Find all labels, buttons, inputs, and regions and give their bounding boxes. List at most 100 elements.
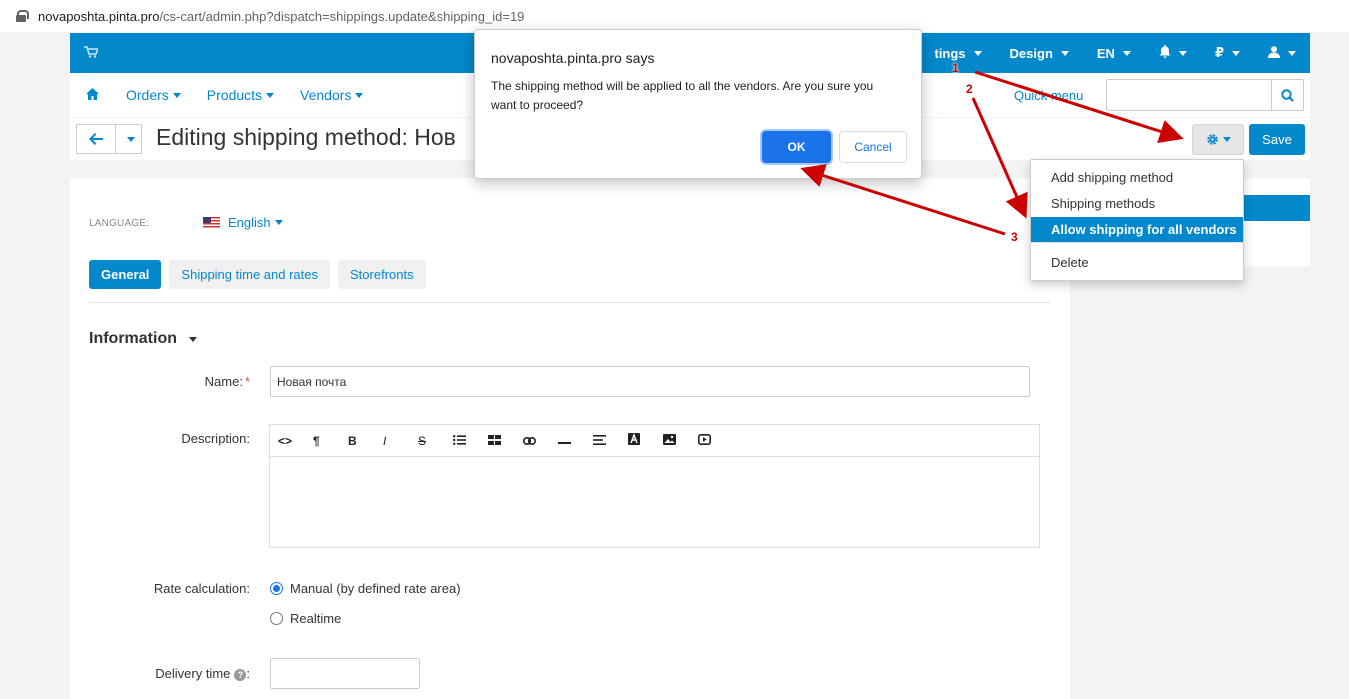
topnav-item-currency[interactable]: ₽ xyxy=(1201,45,1254,61)
chevron-down-icon xyxy=(1178,50,1187,56)
section-information-toggle[interactable]: Information xyxy=(89,330,197,348)
topnav-item-language[interactable]: EN xyxy=(1083,46,1145,61)
chevron-down-icon xyxy=(1288,50,1296,56)
chevron-down-icon xyxy=(266,92,275,98)
settings-dropdown-button[interactable] xyxy=(1192,124,1244,155)
topnav-item-notifications[interactable] xyxy=(1145,45,1201,61)
side-panel xyxy=(1240,178,1310,266)
us-flag-icon xyxy=(203,217,220,228)
page-title: Editing shipping method: Нов xyxy=(156,124,456,150)
lock-icon[interactable] xyxy=(16,10,29,22)
back-history-dropdown[interactable] xyxy=(116,124,142,154)
topnav-item-profile[interactable] xyxy=(1254,45,1310,61)
image-icon[interactable] xyxy=(663,433,698,448)
browser-address-bar[interactable]: novaposhta.pinta.pro/cs-cart/admin.php?d… xyxy=(0,0,1349,32)
radio-selected[interactable] xyxy=(270,582,283,595)
settings-dropdown-menu: Add shipping method Shipping methods All… xyxy=(1030,159,1244,281)
delivery-time-label-text: Delivery time xyxy=(155,666,231,681)
editor-toolbar: <> ¶ B I S xyxy=(270,425,1039,457)
home-icon[interactable] xyxy=(86,87,100,103)
language-selector[interactable]: English xyxy=(203,215,283,230)
table-icon[interactable] xyxy=(488,434,523,448)
language-label: LANGUAGE: xyxy=(89,218,150,229)
rate-option-realtime-label: Realtime xyxy=(290,611,342,626)
cancel-button[interactable]: Cancel xyxy=(839,131,907,163)
confirm-dialog: novaposhta.pinta.pro says The shipping m… xyxy=(474,29,922,179)
chevron-down-icon xyxy=(1060,50,1069,56)
horizontal-rule-icon[interactable] xyxy=(558,434,593,448)
dialog-message: The shipping method will be applied to a… xyxy=(491,79,874,112)
annotation-number-1: 1 xyxy=(952,61,959,75)
help-icon[interactable]: ? xyxy=(234,669,247,681)
chevron-down-icon xyxy=(355,92,364,98)
tab-divider xyxy=(89,302,1051,303)
url-path: /cs-cart/admin.php?dispatch=shippings.up… xyxy=(159,8,525,24)
topnav-language-label: EN xyxy=(1096,45,1115,61)
tab-bar: General Shipping time and rates Storefro… xyxy=(89,260,426,289)
link-icon[interactable] xyxy=(523,434,558,448)
description-editor[interactable]: <> ¶ B I S xyxy=(269,424,1040,548)
chevron-down-icon xyxy=(172,92,181,98)
align-icon[interactable] xyxy=(593,434,628,448)
name-field[interactable]: Новая почта xyxy=(270,366,1030,397)
quick-menu-link[interactable]: Quick menu xyxy=(1014,88,1083,103)
search-icon[interactable] xyxy=(1271,80,1303,110)
italic-icon[interactable]: I xyxy=(383,434,418,448)
language-value: English xyxy=(228,215,271,230)
menu-item-allow-shipping-for-all-vendors[interactable]: Allow shipping for all vendors xyxy=(1031,217,1243,242)
menu-divider xyxy=(1031,242,1243,243)
font-color-icon[interactable] xyxy=(628,433,663,448)
description-label: Description: xyxy=(181,431,250,446)
topnav-currency-label: ₽ xyxy=(1214,45,1224,60)
rate-option-realtime[interactable]: Realtime xyxy=(270,611,341,626)
chevron-down-icon xyxy=(1232,50,1240,56)
chevron-down-icon xyxy=(274,220,283,225)
save-button[interactable]: Save xyxy=(1249,124,1305,155)
section-title: Information xyxy=(89,330,177,347)
required-marker: * xyxy=(244,374,250,389)
back-button[interactable] xyxy=(76,124,116,154)
annotation-number-2: 2 xyxy=(966,82,973,96)
video-icon[interactable] xyxy=(698,433,733,448)
paragraph-icon[interactable]: ¶ xyxy=(313,434,348,448)
bold-icon[interactable]: B xyxy=(348,434,383,448)
delivery-time-label: Delivery time?: xyxy=(155,666,250,681)
arrow-left-icon xyxy=(89,133,103,145)
radio-unselected[interactable] xyxy=(270,612,283,625)
bell-icon xyxy=(1159,45,1171,61)
side-panel-header xyxy=(1240,195,1310,221)
subnav-vendors-label: Vendors xyxy=(300,87,352,103)
rate-option-manual[interactable]: Manual (by defined rate area) xyxy=(270,581,461,596)
url-domain: novaposhta.pinta.pro xyxy=(38,8,160,24)
topnav-design-label: Design xyxy=(1009,45,1053,61)
delivery-time-field[interactable] xyxy=(270,658,420,689)
main-content: LANGUAGE: English General Shipping time … xyxy=(70,178,1070,699)
cart-icon[interactable] xyxy=(84,45,100,61)
name-field-label: Name: * xyxy=(70,374,250,389)
topnav-settings-label: tings xyxy=(934,45,966,61)
tab-shipping-time-and-rates[interactable]: Shipping time and rates xyxy=(169,260,331,289)
strikethrough-icon[interactable]: S xyxy=(418,434,453,448)
chevron-down-icon xyxy=(973,50,982,56)
annotation-number-3: 3 xyxy=(1011,230,1018,244)
user-icon xyxy=(1268,45,1280,61)
subnav-item-orders[interactable]: Orders xyxy=(126,87,181,103)
ok-button[interactable]: OK xyxy=(762,131,831,163)
topnav-item-design[interactable]: Design xyxy=(996,46,1083,61)
subnav-item-products[interactable]: Products xyxy=(207,87,275,103)
dialog-title: novaposhta.pinta.pro says xyxy=(491,50,655,66)
bulleted-list-icon[interactable] xyxy=(453,434,488,448)
tab-general[interactable]: General xyxy=(89,260,162,289)
topnav-item-settings[interactable]: tings xyxy=(920,46,995,61)
menu-item-delete[interactable]: Delete xyxy=(1031,250,1243,275)
menu-item-add-shipping-method[interactable]: Add shipping method xyxy=(1031,165,1243,190)
tab-storefronts[interactable]: Storefronts xyxy=(338,260,426,289)
menu-item-shipping-methods[interactable]: Shipping methods xyxy=(1031,191,1243,216)
html-code-icon[interactable]: <> xyxy=(278,434,313,448)
subnav-orders-label: Orders xyxy=(126,87,169,103)
gear-icon xyxy=(1206,134,1218,145)
subnav-item-vendors[interactable]: Vendors xyxy=(300,87,364,103)
chevron-down-icon xyxy=(189,336,197,342)
search-input[interactable] xyxy=(1106,79,1304,111)
chevron-down-icon xyxy=(1122,50,1131,56)
